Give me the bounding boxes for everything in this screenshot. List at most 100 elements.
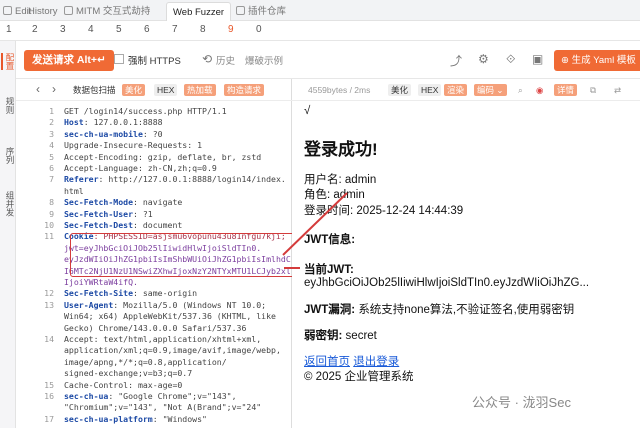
- header-value: image/apng,*/*;q=0.8,application/: [64, 356, 227, 367]
- history-icon[interactable]: ⟲: [202, 52, 212, 66]
- browser-icon[interactable]: ◉: [536, 84, 543, 96]
- header-value: : "Google Chrome";v="143",: [108, 391, 237, 401]
- construct-request-button[interactable]: 构造请求: [224, 84, 265, 96]
- page-footer: © 2025 企业管理系统: [304, 371, 414, 383]
- sub-tab-5[interactable]: 5: [116, 24, 122, 35]
- generate-yaml-label: 生成 Yaml 模板: [571, 55, 636, 66]
- header-value: : ?0: [142, 128, 163, 139]
- header-value: signed-exchange;v=b3;q=0.7: [64, 368, 193, 379]
- line-number: 7: [49, 174, 54, 185]
- line-text: Accept: text/html,application/xhtml+xml,: [64, 334, 261, 345]
- header-value: Cache-Control: max-age=0: [64, 379, 183, 390]
- header-value: : ?1: [133, 208, 153, 219]
- line-text: sec-ch-ua-platform: "Windows": [64, 414, 207, 425]
- left-sidebar: 配置 规则 序列 组并发: [0, 41, 16, 428]
- force-https-checkbox[interactable]: [114, 54, 124, 64]
- watermark: 公众号 · 泷羽Sec: [472, 395, 571, 410]
- jwt-vuln-value: 系统支持none算法,不验证签名,使用弱密钥: [358, 304, 575, 316]
- sidebar-tab-combo[interactable]: 组并发: [1, 191, 15, 217]
- current-jwt-value: eyJhbGciOiJOb25lIiwiHlwIjoiSldTIn0.eyJzd…: [304, 277, 590, 289]
- tab-mitm-label: MITM 交互式劫持: [76, 6, 151, 17]
- weak-key-row: 弱密钥: secret: [304, 327, 377, 343]
- header-value: Accept: text/html,application/xhtml+xml,: [64, 334, 262, 344]
- line-number: 3: [49, 128, 54, 139]
- logout-link[interactable]: 退出登录: [353, 356, 399, 368]
- request-hex-button[interactable]: HEX: [154, 84, 178, 96]
- line-text: Sec-Fetch-Mode: navigate: [64, 197, 182, 208]
- home-link[interactable]: 返回首页: [304, 356, 350, 368]
- header-key: Host: [64, 117, 84, 128]
- sub-tab-1[interactable]: 1: [6, 24, 12, 35]
- response-beautify-button[interactable]: 美化: [388, 84, 412, 96]
- settings-icon[interactable]: ⚙: [478, 52, 489, 66]
- packet-scan-button[interactable]: 数据包扫描: [73, 84, 116, 96]
- header-value: "Chromium";v="143", "Not A(Brand";v="24": [64, 402, 262, 413]
- line-text: IjoiYWRtaW4ifQ.: [64, 277, 138, 288]
- sub-tab-4[interactable]: 4: [88, 24, 94, 35]
- history-button[interactable]: 历史: [216, 53, 235, 67]
- tab-history[interactable]: History: [28, 2, 58, 21]
- layout-icon[interactable]: ▣: [532, 52, 543, 66]
- chevron-left-icon[interactable]: ‹: [36, 82, 40, 96]
- header-value: Upgrade-Insecure-Requests: 1: [64, 140, 203, 151]
- line-text: Gecko) Chrome/143.0.0.0 Safari/537.36: [64, 323, 246, 334]
- sub-tab-2[interactable]: 2: [32, 24, 38, 35]
- sub-tab-9[interactable]: 9: [228, 24, 234, 35]
- code-icon[interactable]: ⟐: [506, 52, 515, 67]
- line-number: 11: [44, 231, 54, 242]
- line-text: Upgrade-Insecure-Requests: 1: [64, 140, 202, 151]
- header-key: Sec-Fetch-Site: [64, 288, 134, 299]
- sub-tab-3[interactable]: 3: [60, 24, 66, 35]
- header-key: User-Agent: [64, 299, 114, 310]
- header-value: Accept-Language: zh-CN,zh;q=0.9: [64, 163, 217, 173]
- request-beautify-button[interactable]: 美化: [122, 84, 146, 96]
- sub-tab-7[interactable]: 7: [172, 24, 178, 35]
- hotload-button[interactable]: 热加载: [184, 84, 216, 96]
- header-key: Sec-Fetch-User: [64, 208, 134, 219]
- sidebar-tab-config[interactable]: 配置: [1, 53, 15, 70]
- tab-mitm[interactable]: MITM 交互式劫持: [64, 2, 150, 21]
- example-button[interactable]: 爆破示例: [245, 53, 283, 67]
- send-request-button[interactable]: 发送请求 Alt+↵: [24, 50, 114, 71]
- response-panel-header: 4559bytes / 2ms 美化 HEX 渲染 编码 ⌄ ⌕ ◉ 详情 ⧉ …: [292, 79, 640, 101]
- line-text: User-Agent: Mozilla/5.0 (Windows NT 10.0…: [64, 300, 266, 311]
- detail-button[interactable]: 详情: [554, 84, 578, 96]
- generate-yaml-button[interactable]: ⊕ 生成 Yaml 模板: [554, 50, 640, 71]
- share-icon[interactable]: ⤴: [450, 52, 462, 69]
- line-number: 17: [44, 413, 54, 424]
- expand-icon[interactable]: ⇄: [614, 84, 621, 96]
- sub-tab-10[interactable]: 0: [256, 24, 262, 35]
- line-text: Cache-Control: max-age=0: [64, 380, 182, 391]
- line-text: signed-exchange;v=b3;q=0.7: [64, 368, 192, 379]
- tab-web-fuzzer[interactable]: Web Fuzzer: [166, 2, 232, 21]
- chevron-right-icon[interactable]: ›: [52, 82, 56, 96]
- line-number: 12: [44, 288, 54, 299]
- tab-bar: Edit History MITM 交互式劫持 Web Fuzzer 插件仓库: [0, 0, 640, 21]
- line-text: GET /login14/success.php HTTP/1.1: [64, 106, 227, 117]
- sub-tab-8[interactable]: 8: [200, 24, 206, 35]
- line-text: Sec-Fetch-User: ?1: [64, 209, 153, 220]
- mitm-icon: [64, 6, 73, 15]
- header-value: Gecko) Chrome/143.0.0.0 Safari/537.36: [64, 322, 247, 333]
- username-value: admin: [344, 174, 377, 186]
- render-button[interactable]: 渲染: [444, 84, 468, 96]
- search-icon[interactable]: ⌕: [518, 84, 523, 96]
- tab-plugins[interactable]: 插件仓库: [236, 2, 286, 21]
- encode-dropdown[interactable]: 编码 ⌄: [474, 84, 507, 96]
- line-text: Sec-Fetch-Site: same-origin: [64, 288, 197, 299]
- sidebar-tab-sequence[interactable]: 序列: [1, 147, 15, 164]
- response-hex-button[interactable]: HEX: [418, 84, 442, 96]
- header-value: Accept-Encoding: gzip, deflate, br, zstd: [64, 151, 262, 162]
- sub-tab-6[interactable]: 6: [144, 24, 150, 35]
- line-text: sec-ch-ua: "Google Chrome";v="143",: [64, 391, 237, 402]
- jwt-vuln-row: JWT漏洞: 系统支持none算法,不验证签名,使用弱密钥: [304, 301, 574, 317]
- line-number: 10: [44, 220, 54, 230]
- sidebar-tab-rules[interactable]: 规则: [1, 97, 15, 114]
- header-key: sec-ch-ua-platform: [64, 413, 153, 424]
- header-key: sec-ch-ua-mobile: [64, 128, 143, 139]
- line-number: 2: [49, 117, 54, 128]
- header-value: : "Windows": [152, 413, 207, 424]
- line-text: Host: 127.0.0.1:8888: [64, 117, 163, 128]
- copy-icon[interactable]: ⧉: [590, 84, 596, 96]
- request-panel: ‹ › 数据包扫描 美化 HEX 热加载 构造请求 1 GET /login14/…: [16, 79, 299, 428]
